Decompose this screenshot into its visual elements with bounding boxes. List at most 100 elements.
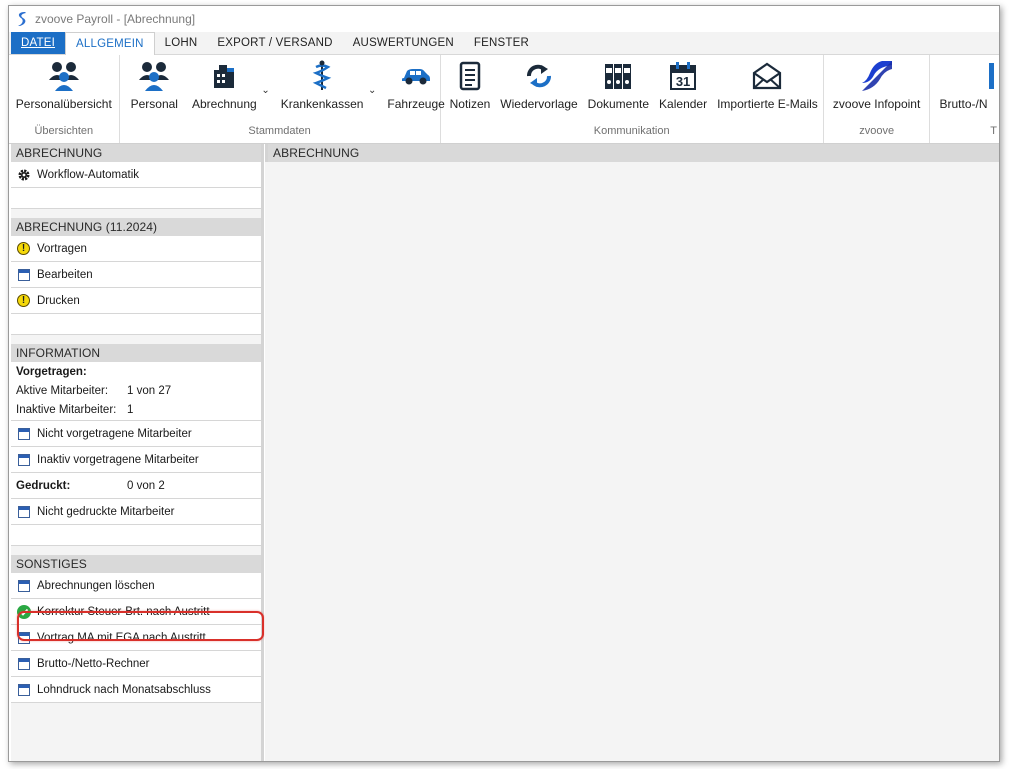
personal-button[interactable]: Personal [126,59,183,111]
kalender-button[interactable]: 31 Kalender [654,59,712,111]
window-icon-wrap [16,656,31,671]
main-header: ABRECHNUNG [265,144,999,162]
calculator-icon [939,59,995,93]
notizen-label: Notizen [449,97,491,111]
wiedervorlage-button[interactable]: Wiedervorlage [495,59,582,111]
panel-spacer [11,525,261,546]
info-aktive-mitarbeiter: Aktive Mitarbeiter: 1 von 27 [11,382,261,400]
info-key: Aktive Mitarbeiter: [16,385,109,397]
window-icon [17,579,30,592]
sidebar-item-workflow-automatik[interactable]: Workflow-Automatik [11,162,261,188]
tab-lohn[interactable]: LOHN [155,32,208,54]
info-value: 0 von 2 [127,479,165,492]
info-key: Gedruckt: [16,479,71,492]
info-vorgetragen-title: Vorgetragen: [11,362,261,382]
ribbon-group-tools: Brutto-/N T [930,55,999,143]
sidebar-item-label: Brutto-/Netto-Rechner [37,657,150,670]
warning-icon-wrap: ! [16,293,31,308]
tab-auswertungen[interactable]: AUSWERTUNGEN [343,32,464,54]
sidebar-item-brutto-netto-rechner[interactable]: Brutto-/Netto-Rechner [11,651,261,677]
kalender-label: Kalender [659,97,708,111]
group-label-tools: T [990,125,997,137]
krankenkassen-label: Krankenkassen [280,97,364,111]
brutto-netto-button[interactable]: Brutto-/N [934,59,999,111]
section-header-abrechnung: ABRECHNUNG [11,144,261,162]
tab-datei[interactable]: DATEI [11,32,66,54]
ribbon: Personalübersicht Übersichten Personal A… [9,55,999,144]
chevron-down-icon[interactable]: ⌄ [261,85,269,96]
gear-icon [16,167,31,182]
chevron-down-icon[interactable]: ⌄ [368,85,376,96]
calendar-day: 31 [675,74,691,89]
window-icon-wrap [16,426,31,441]
binders-icon [601,59,635,93]
zvoove-infopoint-button[interactable]: zvoove Infopoint [828,59,925,111]
sidebar: ABRECHNUNG Workflow-Automatik ABRECHNUNG… [11,144,264,761]
sidebar-item-lohndruck[interactable]: Lohndruck nach Monatsabschluss [11,677,261,703]
people-group-icon [47,59,81,93]
warning-icon: ! [17,242,30,255]
title-bar: zvoove Payroll - [Abrechnung] [9,6,999,32]
people-group-icon [137,59,171,93]
section-header-information: INFORMATION [11,344,261,362]
fahrzeuge-label: Fahrzeuge [387,97,445,111]
panel-spacer [11,314,261,335]
group-label-stammdaten: Stammdaten [248,125,311,137]
ribbon-group-zvoove: zvoove Infopoint zvoove [824,55,931,143]
sidebar-item-vortragen[interactable]: ! Vortragen [11,236,261,262]
sidebar-item-label: Nicht gedruckte Mitarbeiter [37,505,175,518]
notepad-icon [453,59,487,93]
window-icon-wrap [16,267,31,282]
sidebar-item-nicht-gedruckte[interactable]: Nicht gedruckte Mitarbeiter [11,499,261,525]
sidebar-item-nicht-vorgetragene[interactable]: Nicht vorgetragene Mitarbeiter [11,421,261,447]
tab-fenster[interactable]: FENSTER [464,32,539,54]
sidebar-item-label: Bearbeiten [37,268,93,281]
notizen-button[interactable]: Notizen [445,59,496,111]
caduceus-icon [305,59,339,93]
sidebar-item-abrechnungen-loeschen[interactable]: Abrechnungen löschen [11,573,261,599]
brutto-netto-label: Brutto-/N [939,97,988,111]
section-gap [11,546,261,555]
refresh-arrows-icon [522,59,556,93]
info-value: 1 [127,404,134,416]
section-gap [11,335,261,344]
section-gap [11,209,261,218]
sidebar-item-label: Vortrag MA mit EGA nach Austritt [37,631,206,644]
section-header-period: ABRECHNUNG (11.2024) [11,218,261,236]
sidebar-item-label: Drucken [37,294,80,307]
sidebar-item-label: Lohndruck nach Monatsabschluss [37,683,211,696]
tab-export-versand[interactable]: EXPORT / VERSAND [207,32,342,54]
sidebar-item-vortrag-ma-ega[interactable]: Vortrag MA mit EGA nach Austritt [11,625,261,651]
sidebar-item-korrektur-steuer[interactable]: Korrektur Steuer-Brt. nach Austritt [11,599,261,625]
tab-allgemein[interactable]: ALLGEMEIN [65,32,155,55]
window-icon [17,631,30,644]
sidebar-item-bearbeiten[interactable]: Bearbeiten [11,262,261,288]
sidebar-item-label: Workflow-Automatik [37,168,140,181]
info-gedruckt: Gedruckt: 0 von 2 [11,473,261,499]
importierte-emails-button[interactable]: Importierte E-Mails [712,59,823,111]
importierte-emails-label: Importierte E-Mails [717,97,818,111]
sidebar-item-inaktiv-vorgetragene[interactable]: Inaktiv vorgetragene Mitarbeiter [11,447,261,473]
panel-spacer [11,188,261,209]
wiedervorlage-label: Wiedervorlage [500,97,578,111]
personaluebersicht-button[interactable]: Personalübersicht [11,59,117,111]
ribbon-group-uebersichten: Personalübersicht Übersichten [9,55,120,143]
krankenkassen-button[interactable]: Krankenkassen ⌄ [276,59,376,111]
zvoove-logo-icon [860,59,894,93]
warning-icon: ! [17,294,30,307]
window-icon [17,453,30,466]
check-circle-icon [16,604,31,619]
window-icon [17,657,30,670]
abrechnung-button[interactable]: Abrechnung ⌄ [187,59,270,111]
dokumente-button[interactable]: Dokumente [583,59,654,111]
window-icon [17,683,30,696]
app-logo-icon [18,12,26,26]
window-icon-wrap [16,578,31,593]
info-inaktive-mitarbeiter: Inaktive Mitarbeiter: 1 [11,400,261,421]
building-icon [207,59,241,93]
sidebar-item-drucken[interactable]: ! Drucken [11,288,261,314]
window-icon [17,505,30,518]
personaluebersicht-label: Personalübersicht [15,97,112,111]
window-icon-wrap [16,630,31,645]
calendar-icon: 31 [666,59,700,93]
